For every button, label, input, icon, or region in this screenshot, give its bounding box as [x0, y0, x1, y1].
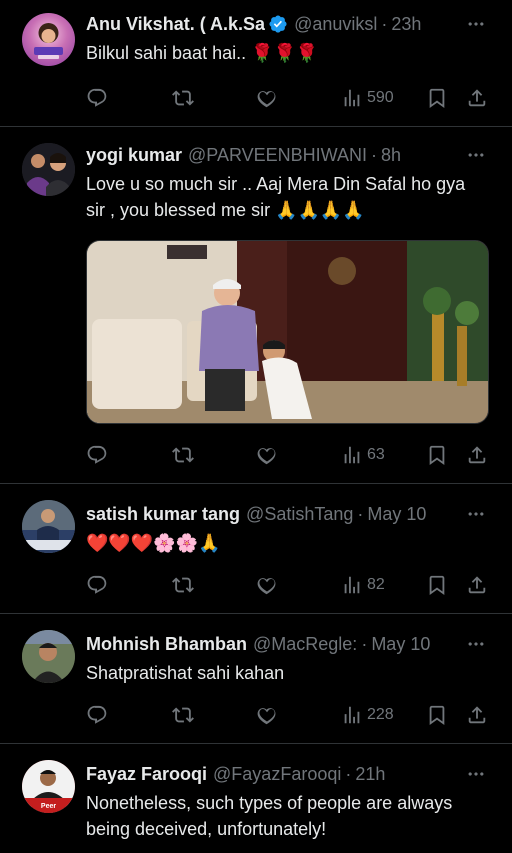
- views-icon: [341, 87, 363, 109]
- views-button[interactable]: 63: [341, 443, 385, 467]
- share-icon: [466, 87, 488, 109]
- tweet[interactable]: Peer Fayaz Farooqi @FayazFarooqi · 21h N…: [0, 744, 512, 853]
- avatar[interactable]: [22, 13, 75, 66]
- tweet-header: satish kumar tang @SatishTang · May 10: [86, 503, 427, 525]
- tweet-header: Fayaz Farooqi @FayazFarooqi · 21h: [86, 763, 386, 785]
- author-handle[interactable]: @FayazFarooqi: [213, 764, 341, 785]
- views-count: 63: [367, 446, 385, 463]
- verified-icon: [269, 15, 287, 33]
- views-count: 82: [367, 576, 385, 593]
- reply-button[interactable]: [86, 86, 108, 110]
- timestamp[interactable]: 21h: [355, 764, 385, 785]
- bookmark-button[interactable]: [426, 703, 448, 727]
- tweet-actions: 63: [86, 443, 488, 467]
- timestamp[interactable]: May 10: [371, 634, 430, 655]
- tweet-text: Love u so much sir .. Aaj Mera Din Safal…: [86, 174, 466, 220]
- share-icon: [466, 574, 488, 596]
- bookmark-button[interactable]: [426, 573, 448, 597]
- timestamp[interactable]: May 10: [367, 504, 426, 525]
- reply-icon: [86, 444, 108, 466]
- tweet[interactable]: yogi kumar @PARVEENBHIWANI · 8h Love u s…: [0, 127, 512, 484]
- author-handle[interactable]: @PARVEENBHIWANI: [188, 145, 367, 166]
- reply-button[interactable]: [86, 703, 108, 727]
- share-button[interactable]: [466, 703, 488, 727]
- bookmark-icon: [426, 87, 448, 109]
- tweet-text: Bilkul sahi baat hai.. 🌹🌹🌹: [86, 43, 319, 63]
- views-button[interactable]: 590: [341, 86, 394, 110]
- tweet-text: Shatpratishat sahi kahan: [86, 663, 285, 683]
- tweet[interactable]: Mohnish Bhamban @MacRegle: · May 10 Shat…: [0, 614, 512, 744]
- avatar[interactable]: [22, 500, 75, 553]
- author-name[interactable]: Mohnish Bhamban: [86, 634, 247, 655]
- tweet-actions: 82: [86, 573, 488, 597]
- like-button[interactable]: [256, 573, 278, 597]
- tweet[interactable]: satish kumar tang @SatishTang · May 10 ❤…: [0, 484, 512, 614]
- more-icon[interactable]: [466, 634, 486, 654]
- author-handle[interactable]: @anuviksl: [294, 14, 377, 35]
- author-handle[interactable]: @MacRegle:: [253, 634, 357, 655]
- views-button[interactable]: 228: [341, 703, 394, 727]
- author-name[interactable]: yogi kumar: [86, 145, 182, 166]
- retweet-button[interactable]: [172, 86, 194, 110]
- share-icon: [466, 444, 488, 466]
- bookmark-icon: [426, 704, 448, 726]
- reply-icon: [86, 574, 108, 596]
- more-icon[interactable]: [466, 14, 486, 34]
- retweet-button[interactable]: [172, 703, 194, 727]
- more-icon[interactable]: [466, 504, 486, 524]
- author-name[interactable]: Anu Vikshat. ( A.k.Sa: [86, 14, 265, 35]
- like-icon: [256, 444, 278, 466]
- avatar[interactable]: [22, 630, 75, 683]
- bookmark-icon: [426, 444, 448, 466]
- like-icon: [256, 574, 278, 596]
- avatar-label: Peer: [41, 803, 56, 810]
- tweet-text: ❤️❤️❤️🌸🌸🙏: [86, 533, 221, 553]
- reply-icon: [86, 87, 108, 109]
- share-button[interactable]: [466, 443, 488, 467]
- tweet-header: yogi kumar @PARVEENBHIWANI · 8h: [86, 144, 402, 166]
- views-count: 590: [367, 89, 394, 106]
- retweet-icon: [172, 87, 194, 109]
- retweet-button[interactable]: [172, 443, 194, 467]
- views-count: 228: [367, 706, 394, 723]
- reply-button[interactable]: [86, 443, 108, 467]
- views-icon: [341, 704, 363, 726]
- bookmark-icon: [426, 574, 448, 596]
- share-button[interactable]: [466, 86, 488, 110]
- bookmark-button[interactable]: [426, 86, 448, 110]
- tweet[interactable]: Anu Vikshat. ( A.k.Sa @anuviksl · 23h Bi…: [0, 0, 512, 127]
- like-button[interactable]: [256, 703, 278, 727]
- more-icon[interactable]: [466, 764, 486, 784]
- author-name[interactable]: Fayaz Farooqi: [86, 764, 207, 785]
- more-icon[interactable]: [466, 145, 486, 165]
- tweet-actions: 590: [86, 86, 488, 110]
- avatar[interactable]: [22, 143, 75, 196]
- avatar[interactable]: Peer: [22, 760, 75, 813]
- author-name[interactable]: satish kumar tang: [86, 504, 240, 525]
- tweet-photo[interactable]: [86, 240, 489, 424]
- share-icon: [466, 704, 488, 726]
- views-button[interactable]: 82: [341, 573, 385, 597]
- timestamp[interactable]: 8h: [381, 145, 401, 166]
- views-icon: [341, 444, 363, 466]
- share-button[interactable]: [466, 573, 488, 597]
- retweet-icon: [172, 574, 194, 596]
- author-handle[interactable]: @SatishTang: [246, 504, 353, 525]
- like-button[interactable]: [256, 86, 278, 110]
- tweet-header: Mohnish Bhamban @MacRegle: · May 10: [86, 633, 431, 655]
- reply-button[interactable]: [86, 573, 108, 597]
- retweet-icon: [172, 444, 194, 466]
- bookmark-button[interactable]: [426, 443, 448, 467]
- retweet-button[interactable]: [172, 573, 194, 597]
- like-button[interactable]: [256, 443, 278, 467]
- timestamp[interactable]: 23h: [391, 14, 421, 35]
- like-icon: [256, 704, 278, 726]
- tweet-actions: 228: [86, 703, 488, 727]
- tweet-header: Anu Vikshat. ( A.k.Sa @anuviksl · 23h: [86, 13, 422, 35]
- reply-icon: [86, 704, 108, 726]
- retweet-icon: [172, 704, 194, 726]
- like-icon: [256, 87, 278, 109]
- tweet-text: Nonetheless, such types of people are al…: [86, 793, 453, 839]
- views-icon: [341, 574, 363, 596]
